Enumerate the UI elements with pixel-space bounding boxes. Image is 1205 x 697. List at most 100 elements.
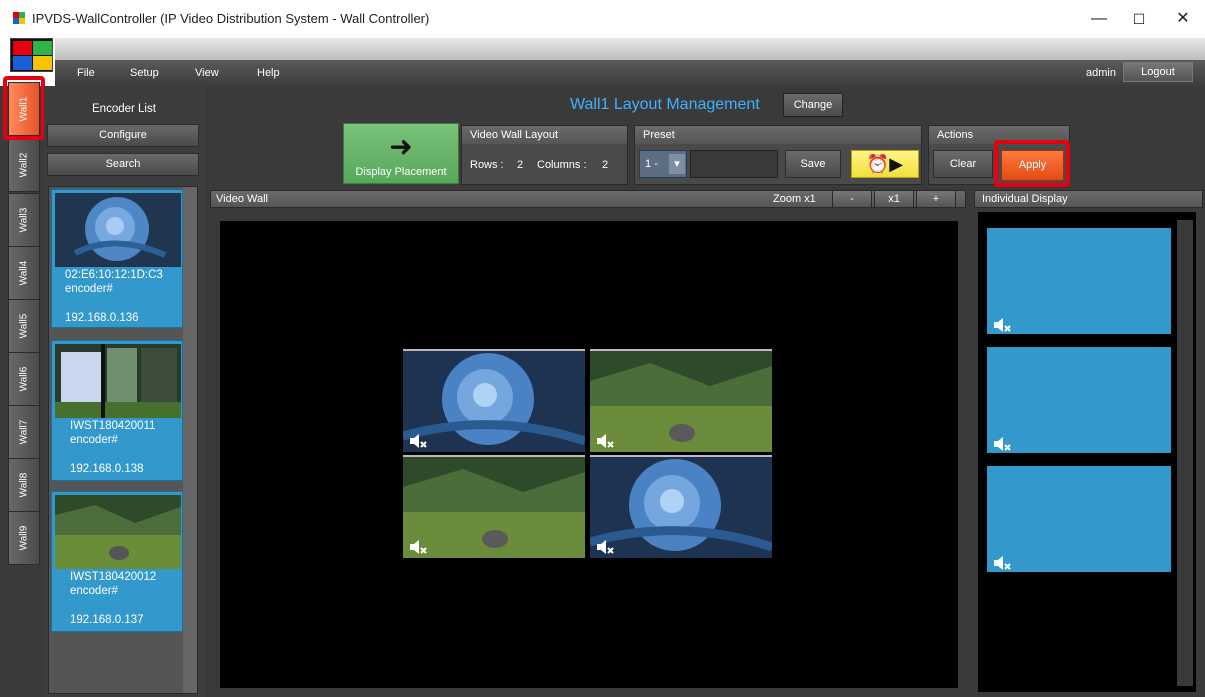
zoom-label: Zoom x1 — [773, 193, 816, 205]
preset-select[interactable]: 1 - ▾ — [639, 150, 687, 178]
highlight-box — [3, 76, 45, 140]
group-header: Video Wall Layout — [462, 126, 627, 144]
video-frame — [403, 457, 585, 558]
change-button[interactable]: Change — [783, 93, 843, 117]
encoder-id: IWST180420011 — [70, 420, 156, 432]
close-button[interactable]: ✕ — [1168, 6, 1198, 32]
search-button[interactable]: Search — [47, 153, 199, 176]
menu-bar: File Setup View Help admin — [55, 60, 1205, 86]
encoder-list-title: Encoder List — [92, 103, 156, 115]
menu-help[interactable]: Help — [257, 67, 280, 79]
mute-speaker-icon[interactable] — [409, 540, 427, 554]
configure-button[interactable]: Configure — [47, 124, 199, 147]
play-icon: ▶ — [889, 154, 904, 174]
encoder-thumbnail — [55, 193, 181, 267]
columns-value[interactable]: 2 — [602, 159, 608, 171]
video-frame — [403, 351, 585, 452]
tab-label: Wall5 — [18, 313, 30, 339]
wall-tile[interactable] — [403, 455, 585, 558]
tab-label: Wall8 — [18, 472, 30, 498]
logout-button[interactable]: Logout — [1123, 62, 1193, 82]
video-wall-layout-group: Video Wall Layout Rows : 2 Columns : 2 — [461, 125, 628, 185]
alarm-clock-icon: ⏰ — [866, 154, 890, 174]
tab-label: Wall3 — [18, 207, 30, 233]
individual-display-tile[interactable] — [987, 228, 1171, 334]
encoder-ip: 192.168.0.136 — [65, 312, 139, 324]
zoom-out-button[interactable]: - — [832, 190, 872, 208]
display-placement-button[interactable]: ➜ Display Placement — [343, 123, 459, 184]
encoder-ip: 192.168.0.137 — [70, 614, 144, 626]
video-wall-title: Video Wall — [216, 193, 268, 205]
individual-display-tile[interactable] — [987, 347, 1171, 453]
encoder-id: IWST180420012 — [70, 571, 157, 583]
highlight-box — [994, 140, 1070, 187]
rows-value[interactable]: 2 — [517, 159, 523, 171]
app-logo — [10, 38, 53, 72]
individual-display-title: Individual Display — [982, 193, 1068, 205]
menu-file[interactable]: File — [77, 67, 95, 79]
encoder-ip: 192.168.0.138 — [70, 463, 144, 475]
encoder-card[interactable]: 02:E6:10:12:1D:C3 encoder# 192.168.0.136 — [51, 189, 183, 328]
tab-wall8[interactable]: Wall8 — [8, 458, 40, 512]
encoder-name: encoder# — [70, 434, 118, 446]
encoder-card[interactable]: IWST180420011 encoder# 192.168.0.138 — [51, 340, 183, 481]
tab-wall6[interactable]: Wall6 — [8, 352, 40, 406]
group-header: Preset — [635, 126, 921, 144]
mute-speaker-icon[interactable] — [993, 556, 1011, 570]
encoder-list-scrollbar[interactable] — [183, 187, 197, 693]
save-button[interactable]: Save — [785, 150, 841, 178]
wall-tile[interactable] — [590, 349, 772, 452]
mute-speaker-icon[interactable] — [409, 434, 427, 448]
tab-label: Wall7 — [18, 419, 30, 445]
mute-speaker-icon[interactable] — [596, 434, 614, 448]
maximize-button[interactable]: ☐ — [1124, 6, 1154, 32]
schedule-play-button[interactable]: ⏰▶ — [851, 150, 919, 178]
toolbar-strip — [55, 38, 1205, 60]
mute-speaker-icon[interactable] — [596, 540, 614, 554]
preset-name-input[interactable] — [690, 150, 778, 178]
video-frame — [590, 351, 772, 452]
clear-button[interactable]: Clear — [933, 150, 993, 178]
tab-label: Wall2 — [18, 152, 30, 178]
tab-label: Wall9 — [18, 525, 30, 551]
window-title: IPVDS-WallController (IP Video Distribut… — [32, 11, 430, 26]
individual-display-tile[interactable] — [987, 466, 1171, 572]
tab-wall5[interactable]: Wall5 — [8, 299, 40, 353]
encoder-name: encoder# — [65, 283, 113, 295]
tab-wall9[interactable]: Wall9 — [8, 511, 40, 565]
individual-display-header: Individual Display — [974, 190, 1203, 208]
display-placement-label: Display Placement — [355, 166, 447, 178]
tab-wall3[interactable]: Wall3 — [8, 193, 40, 247]
arrow-right-icon: ➜ — [389, 131, 413, 162]
rows-label: Rows : — [470, 159, 504, 171]
page-title: Wall1 Layout Management — [570, 96, 760, 113]
app-icon — [13, 12, 25, 24]
encoder-thumbnail — [55, 344, 181, 418]
video-wall-canvas[interactable] — [220, 221, 958, 688]
user-name: admin — [1086, 67, 1116, 79]
encoder-thumbnail — [55, 495, 181, 569]
zoom-in-button[interactable]: + — [916, 190, 956, 208]
mute-speaker-icon[interactable] — [993, 437, 1011, 451]
menu-view[interactable]: View — [195, 67, 219, 79]
encoder-card[interactable]: IWST180420012 encoder# 192.168.0.137 — [51, 491, 183, 632]
individual-display-scrollbar[interactable] — [1177, 220, 1193, 686]
tab-wall7[interactable]: Wall7 — [8, 405, 40, 459]
menu-setup[interactable]: Setup — [130, 67, 159, 79]
chevron-down-icon: ▾ — [669, 154, 685, 174]
preset-selected: 1 - — [645, 158, 658, 170]
preset-group: Preset 1 - ▾ Save ⏰▶ — [634, 125, 922, 185]
minimize-button[interactable]: — — [1084, 6, 1114, 32]
video-frame — [590, 457, 772, 558]
tab-label: Wall4 — [18, 260, 30, 286]
tab-wall2[interactable]: Wall2 — [8, 138, 40, 192]
zoom-reset-button[interactable]: x1 — [874, 190, 914, 208]
mute-speaker-icon[interactable] — [993, 318, 1011, 332]
encoder-name: encoder# — [70, 585, 118, 597]
columns-label: Columns : — [537, 159, 587, 171]
title-bar: IPVDS-WallController (IP Video Distribut… — [0, 0, 1205, 38]
wall-tile[interactable] — [403, 349, 585, 452]
tab-wall4[interactable]: Wall4 — [8, 246, 40, 300]
encoder-id: 02:E6:10:12:1D:C3 — [65, 269, 163, 281]
wall-tile[interactable] — [590, 455, 772, 558]
